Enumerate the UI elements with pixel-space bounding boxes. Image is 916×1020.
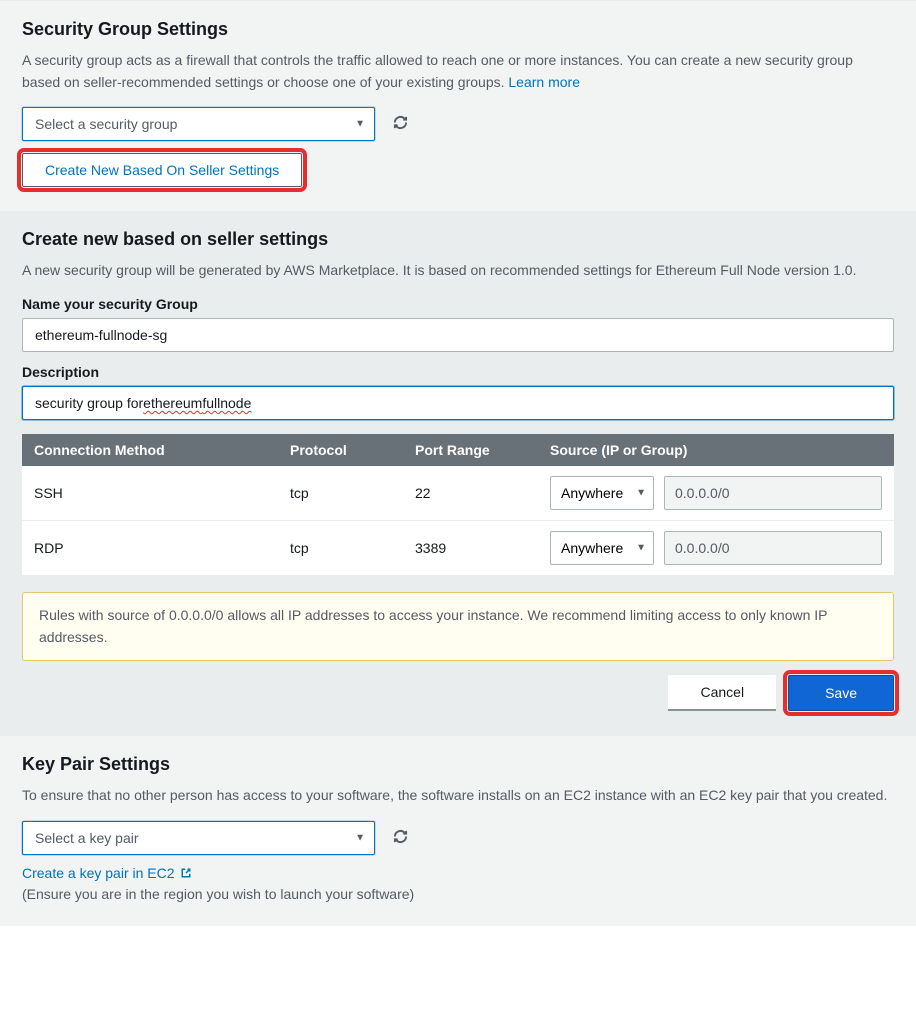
key-pair-description: To ensure that no other person has acces… (22, 785, 894, 807)
table-row: RDP tcp 3389 Anywhere ▼ (22, 521, 894, 576)
create-new-based-on-seller-button[interactable]: Create New Based On Seller Settings (22, 153, 302, 187)
key-pair-select[interactable]: Select a key pair (22, 821, 375, 855)
create-key-pair-link[interactable]: Create a key pair in EC2 (22, 865, 192, 881)
security-group-settings-panel: Security Group Settings A security group… (0, 0, 916, 211)
header-method: Connection Method (34, 442, 290, 458)
refresh-icon[interactable] (389, 111, 412, 137)
key-pair-note: (Ensure you are in the region you wish t… (22, 886, 894, 902)
external-link-icon (180, 866, 192, 882)
key-pair-title: Key Pair Settings (22, 754, 894, 775)
header-source: Source (IP or Group) (550, 442, 882, 458)
security-group-description: A security group acts as a firewall that… (22, 50, 894, 93)
create-new-description: A new security group will be generated b… (22, 260, 894, 282)
rules-table-header: Connection Method Protocol Port Range So… (22, 434, 894, 466)
cell-port: 3389 (415, 540, 550, 556)
source-cidr-input[interactable] (664, 476, 882, 510)
cancel-button[interactable]: Cancel (668, 675, 776, 711)
source-cidr-input[interactable] (664, 531, 882, 565)
create-new-seller-panel: Create new based on seller settings A ne… (0, 211, 916, 735)
security-group-select[interactable]: Select a security group (22, 107, 375, 141)
security-group-title: Security Group Settings (22, 19, 894, 40)
key-pair-settings-panel: Key Pair Settings To ensure that no othe… (0, 735, 916, 926)
sg-name-label: Name your security Group (22, 296, 894, 312)
header-protocol: Protocol (290, 442, 415, 458)
cell-protocol: tcp (290, 540, 415, 556)
create-new-title: Create new based on seller settings (22, 229, 894, 250)
save-button[interactable]: Save (788, 675, 894, 711)
cell-method: RDP (34, 540, 290, 556)
cell-method: SSH (34, 485, 290, 501)
sg-desc-label: Description (22, 364, 894, 380)
table-row: SSH tcp 22 Anywhere ▼ (22, 466, 894, 521)
source-type-select[interactable]: Anywhere (550, 476, 654, 510)
header-port: Port Range (415, 442, 550, 458)
source-type-select[interactable]: Anywhere (550, 531, 654, 565)
learn-more-link[interactable]: Learn more (508, 74, 580, 90)
open-cidr-warning: Rules with source of 0.0.0.0/0 allows al… (22, 592, 894, 661)
sg-desc-input[interactable]: security group for ethereum fullnode (22, 386, 894, 420)
cell-protocol: tcp (290, 485, 415, 501)
refresh-icon[interactable] (389, 825, 412, 851)
cell-port: 22 (415, 485, 550, 501)
sg-name-input[interactable] (22, 318, 894, 352)
